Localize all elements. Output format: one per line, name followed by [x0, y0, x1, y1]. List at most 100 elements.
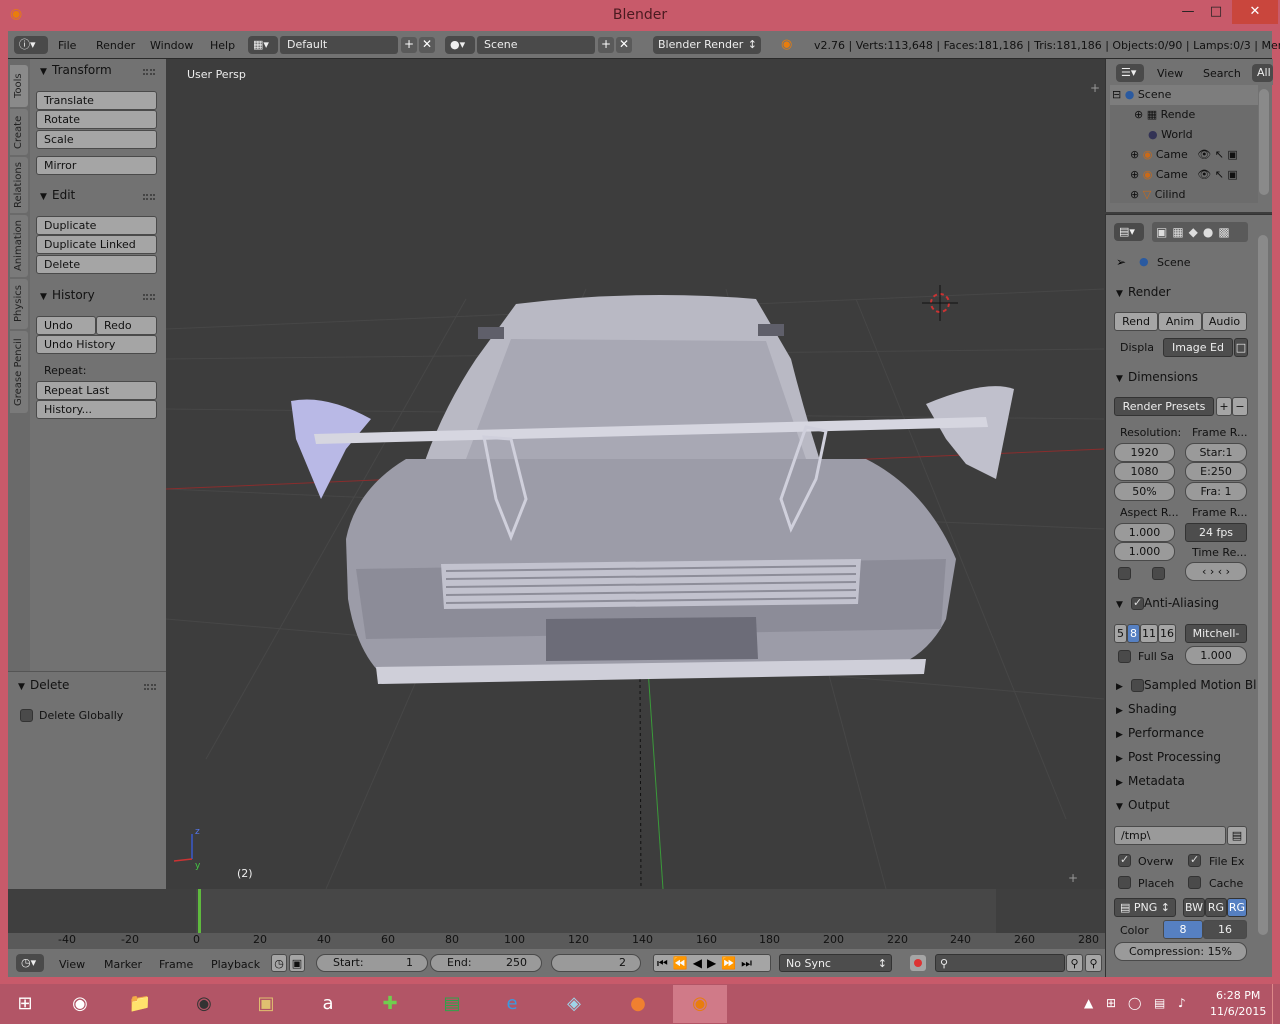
color-mode-rgba[interactable]: RG — [1227, 898, 1247, 917]
record-button[interactable] — [910, 955, 926, 971]
properties-type-icon[interactable]: ▤▾ — [1114, 223, 1144, 241]
lock-icon[interactable]: □ — [1234, 338, 1248, 357]
rotate-button[interactable]: Rotate — [36, 110, 157, 129]
aa-samples-5[interactable]: 5 — [1114, 624, 1127, 643]
outliner-search-menu[interactable]: Search — [1203, 67, 1241, 80]
outliner-view-menu[interactable]: View — [1157, 67, 1183, 80]
color-mode-bw[interactable]: BW — [1183, 898, 1205, 917]
chrome-icon[interactable]: ◉ — [53, 985, 107, 1023]
timeline[interactable]: -40 -20 0 20 40 60 80 100 120 140 160 18… — [8, 889, 1105, 949]
compression-field[interactable]: Compression: 15% — [1114, 942, 1247, 961]
cache-checkbox[interactable] — [1188, 876, 1201, 889]
panel-grip-icon[interactable] — [144, 684, 156, 690]
green-plus-app-icon[interactable]: ✚ — [363, 985, 417, 1023]
3d-viewport[interactable]: User Persp z y (2) + + — [166, 59, 1104, 889]
performance-section-header[interactable]: ▶ Performance — [1116, 726, 1204, 740]
tray-volume-icon[interactable]: ♪ — [1178, 996, 1186, 1010]
aa-samples-8[interactable]: 8 — [1127, 624, 1140, 643]
scale-button[interactable]: Scale — [36, 130, 157, 149]
frame-end-field[interactable]: E:250 — [1185, 462, 1247, 481]
aspect-y-field[interactable]: 1.000 — [1114, 542, 1175, 561]
color-depth-16[interactable]: 16 — [1203, 920, 1247, 939]
render-engine-select[interactable]: Blender Render ↕ — [653, 36, 761, 54]
tab-physics[interactable]: Physics — [10, 279, 28, 329]
add-scene-icon[interactable]: + — [598, 37, 614, 53]
shading-section-header[interactable]: ▶ Shading — [1116, 702, 1177, 716]
current-frame-marker[interactable] — [198, 889, 201, 933]
file-format-select[interactable]: ▤ PNG ↕ — [1114, 898, 1176, 917]
metadata-section-header[interactable]: ▶ Metadata — [1116, 774, 1185, 788]
minimize-button[interactable]: — — [1174, 0, 1202, 24]
delete-button[interactable]: Delete — [36, 255, 157, 274]
outliner-row-world[interactable]: ● World — [1148, 125, 1258, 145]
sync-mode-select[interactable]: No Sync ↕ — [779, 954, 892, 972]
undo-history-button[interactable]: Undo History — [36, 335, 157, 354]
aa-size-field[interactable]: 1.000 — [1185, 646, 1247, 665]
file-explorer-icon[interactable]: 📁 — [113, 985, 167, 1023]
menu-file[interactable]: File — [58, 39, 76, 52]
undo-button[interactable]: Undo — [36, 316, 96, 335]
output-path-field[interactable]: /tmp\ — [1114, 826, 1226, 845]
current-frame-field[interactable]: 2 — [551, 954, 641, 972]
tray-network-icon[interactable]: ▤ — [1154, 996, 1165, 1010]
timeline-frame-menu[interactable]: Frame — [159, 958, 193, 971]
translate-button[interactable]: Translate — [36, 91, 157, 110]
frame-start-field[interactable]: Star:1 — [1185, 443, 1247, 462]
menu-window[interactable]: Window — [150, 39, 193, 52]
mirror-button[interactable]: Mirror — [36, 156, 157, 175]
time-remap-field[interactable]: ‹ › ‹ › — [1185, 562, 1247, 581]
delete-keyframe-icon[interactable]: ⚲ — [1085, 954, 1102, 972]
outliner-filter-select[interactable]: All — [1252, 64, 1273, 82]
render-audio-button[interactable]: Audio — [1202, 312, 1247, 331]
duplicate-button[interactable]: Duplicate — [36, 216, 157, 235]
add-layout-icon[interactable]: + — [401, 37, 417, 53]
render-image-button[interactable]: Rend — [1114, 312, 1158, 331]
dimensions-section-header[interactable]: ▼ Dimensions — [1116, 370, 1198, 384]
remove-layout-icon[interactable]: ✕ — [419, 37, 435, 53]
aa-samples-11[interactable]: 11 — [1140, 624, 1158, 643]
tab-create[interactable]: Create — [10, 109, 28, 155]
tab-relations[interactable]: Relations — [10, 157, 28, 213]
timeline-type-icon[interactable]: ◷▾ — [16, 954, 44, 972]
placeholders-checkbox[interactable] — [1118, 876, 1131, 889]
viewport-corner-plus-icon[interactable]: + — [1090, 81, 1100, 95]
outliner-row-camera[interactable]: ⊕ ◉ Came 👁 ↖ ▣ — [1130, 165, 1258, 185]
redo-button[interactable]: Redo — [96, 316, 157, 335]
resolution-percent-field[interactable]: 50% — [1114, 482, 1175, 501]
outliner-row-camera[interactable]: ⊕ ◉ Came 👁 ↖ ▣ — [1130, 145, 1258, 165]
maximize-button[interactable]: □ — [1202, 0, 1230, 24]
transform-panel-header[interactable]: ▼ Transform — [40, 63, 112, 77]
motion-blur-section-header[interactable]: ▶ Sampled Motion Bl — [1116, 678, 1257, 692]
outliner-scrollbar[interactable] — [1259, 89, 1269, 195]
aa-samples-16[interactable]: 16 — [1158, 624, 1176, 643]
folder-icon[interactable]: ▤ — [1227, 826, 1247, 845]
frame-end-field[interactable]: End: 250 — [430, 954, 542, 972]
system-clock[interactable]: 6:28 PM 11/6/2015 — [1210, 988, 1266, 1020]
aa-filter-select[interactable]: Mitchell- — [1185, 624, 1247, 643]
insert-keyframe-icon[interactable]: ⚲ — [1066, 954, 1083, 972]
speaker-app-icon[interactable]: ◉ — [177, 985, 231, 1023]
duplicate-linked-button[interactable]: Duplicate Linked — [36, 235, 157, 254]
color-depth-8[interactable]: 8 — [1163, 920, 1203, 939]
frame-start-field[interactable]: Start: 1 — [316, 954, 428, 972]
pin-icon[interactable]: ➢ — [1116, 255, 1126, 269]
overwrite-checkbox[interactable] — [1118, 853, 1131, 867]
remove-preset-icon[interactable]: − — [1232, 397, 1248, 416]
tray-shield-icon[interactable]: ◯ — [1128, 996, 1141, 1010]
show-desktop-button[interactable] — [1272, 984, 1280, 1024]
tray-windows-icon[interactable]: ⊞ — [1106, 996, 1116, 1010]
panel-grip-icon[interactable] — [143, 69, 155, 75]
scene-field[interactable]: Scene — [477, 36, 595, 54]
preview-range-icon[interactable]: ◷ — [271, 954, 287, 972]
outliner-row-scene[interactable]: ⊟ ● Scene — [1110, 85, 1258, 105]
tray-up-arrow-icon[interactable]: ▲ — [1084, 996, 1093, 1010]
amazon-icon[interactable]: a — [301, 985, 355, 1023]
render-section-header[interactable]: ▼ Render — [1116, 285, 1171, 299]
aspect-x-field[interactable]: 1.000 — [1114, 523, 1175, 542]
windows-start-icon[interactable]: ⊞ — [0, 985, 50, 1023]
store-icon[interactable]: ▤ — [425, 985, 479, 1023]
playback-controls[interactable]: ⏮⏪◀▶⏩⏭ — [653, 954, 771, 972]
viewport-corner-plus-icon[interactable]: + — [1068, 871, 1078, 885]
delete-globally-checkbox[interactable] — [20, 709, 33, 722]
close-button[interactable]: ✕ — [1232, 0, 1278, 24]
